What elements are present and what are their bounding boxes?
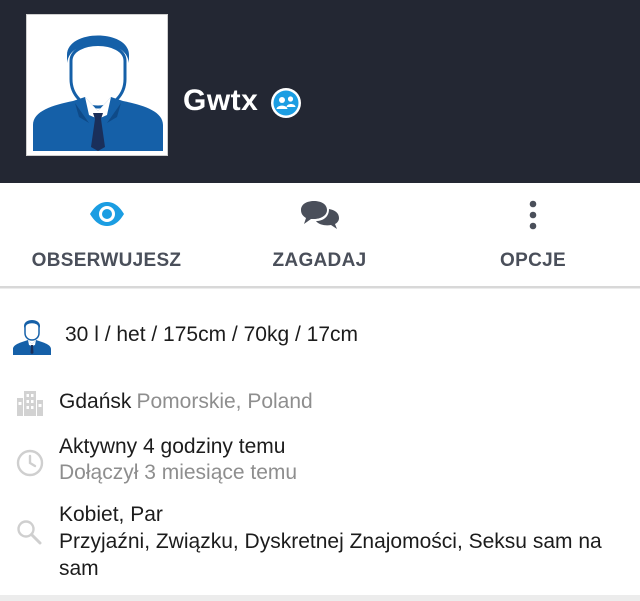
building-icon xyxy=(17,391,43,416)
follow-button[interactable]: OBSERWUJESZ xyxy=(0,183,213,286)
location-text: Gdańsk Pomorskie, Poland xyxy=(59,390,313,414)
profile-username: Gwtx xyxy=(183,84,259,117)
profile-actions-bar: OBSERWUJESZ ZAGADAJ OPCJE xyxy=(0,183,640,288)
stats-text: 30 l / het / 175cm / 70kg / 17cm xyxy=(65,323,358,346)
chat-button-label: ZAGADAJ xyxy=(272,250,367,271)
region-text: Pomorskie, Poland xyxy=(136,390,313,413)
clock-icon xyxy=(16,449,44,477)
last-active-text: Aktywny 4 godziny temu xyxy=(59,435,286,458)
more-vertical-icon xyxy=(529,200,537,230)
options-button[interactable]: OPCJE xyxy=(426,183,640,286)
profile-avatar[interactable] xyxy=(26,14,168,156)
profile-details: 30 l / het / 175cm / 70kg / 17cm Gdańsk … xyxy=(0,289,640,595)
couple-badge-icon xyxy=(271,88,301,118)
city-text: Gdańsk xyxy=(59,390,132,413)
chat-bubbles-icon xyxy=(300,201,339,229)
options-button-label: OPCJE xyxy=(500,250,566,271)
person-icon xyxy=(13,320,51,355)
joined-text: Dołączył 3 miesiące temu xyxy=(59,461,298,484)
interests-text-line1: Przyjaźni, Związku, Dyskretnej Znajomośc… xyxy=(59,530,602,553)
eye-icon xyxy=(89,202,124,226)
interests-text-line2: sam xyxy=(59,557,99,580)
looking-for-text: Kobiet, Par xyxy=(59,503,163,526)
profile-header: Gwtx xyxy=(0,0,640,183)
search-icon xyxy=(17,520,42,545)
follow-button-label: OBSERWUJESZ xyxy=(31,250,182,271)
chat-button[interactable]: ZAGADAJ xyxy=(213,183,426,286)
default-male-avatar-icon xyxy=(27,15,167,155)
